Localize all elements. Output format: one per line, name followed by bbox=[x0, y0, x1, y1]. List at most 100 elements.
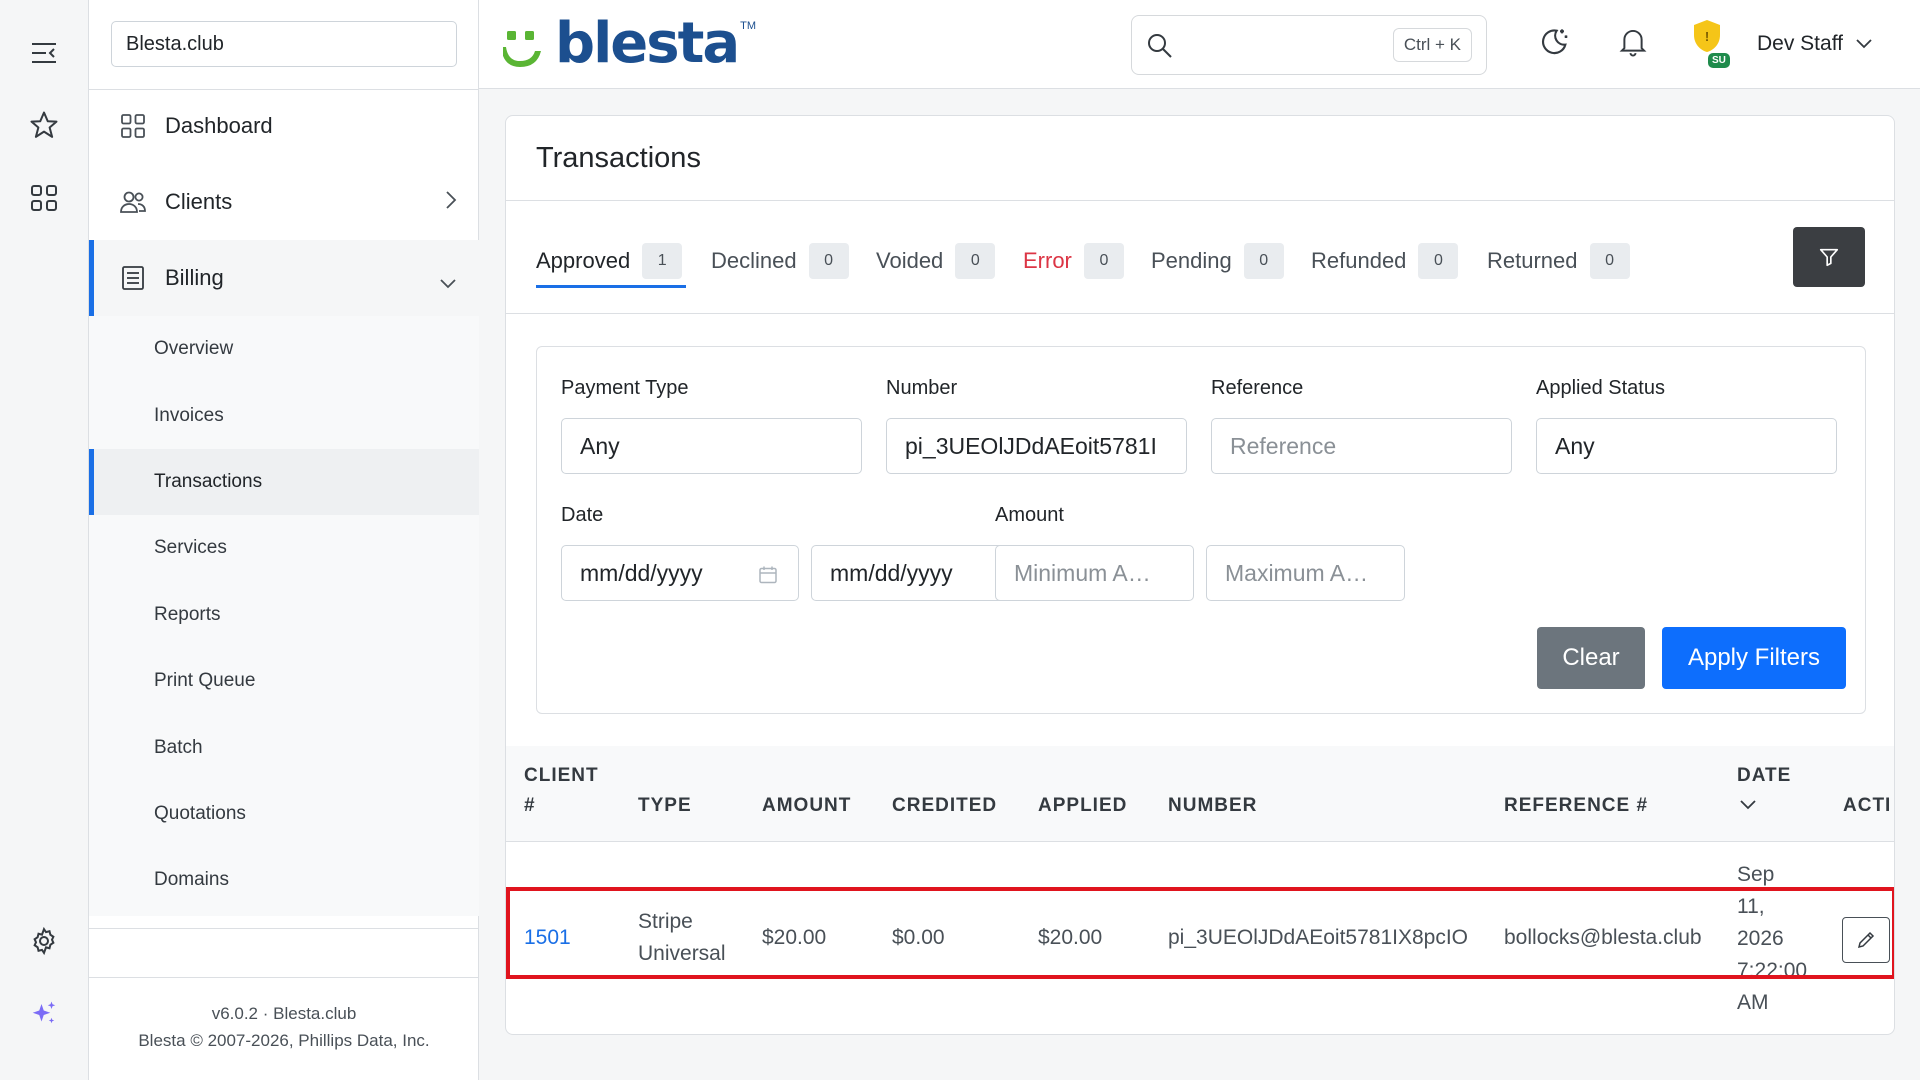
sparkles-icon[interactable] bbox=[24, 994, 64, 1034]
number-label: Number bbox=[886, 377, 958, 399]
transactions-card: Transactions Approved 1 Declined 0 Voide… bbox=[505, 115, 1895, 1035]
sort-chevron-down-icon bbox=[1737, 791, 1791, 821]
th-reference[interactable]: REFERENCE # bbox=[1504, 791, 1648, 821]
payment-type-label: Payment Type bbox=[561, 377, 689, 399]
svg-text:!: ! bbox=[1705, 29, 1709, 44]
sidebar-item-label: Dashboard bbox=[165, 113, 273, 138]
search-icon bbox=[1146, 32, 1174, 65]
amount-min-input[interactable]: Minimum A… bbox=[995, 545, 1194, 601]
sidebar-subitem-reports[interactable]: Reports bbox=[89, 582, 479, 648]
sidebar-item-clients[interactable]: Clients bbox=[89, 164, 479, 240]
number-input[interactable]: pi_3UEOlJDdAEoit5781I bbox=[886, 418, 1187, 474]
bell-icon[interactable] bbox=[1613, 22, 1653, 62]
tab-count-badge: 1 bbox=[642, 243, 683, 279]
amount-max-input[interactable]: Maximum A… bbox=[1206, 545, 1405, 601]
tab-count-badge: 0 bbox=[808, 243, 849, 279]
divider bbox=[89, 928, 479, 929]
settings-gear-icon[interactable] bbox=[24, 921, 64, 961]
date-label: Date bbox=[561, 504, 604, 526]
calendar-icon[interactable] bbox=[758, 564, 778, 591]
th-applied[interactable]: APPLIED bbox=[1038, 791, 1127, 821]
sidebar-item-dashboard[interactable]: Dashboard bbox=[89, 88, 479, 164]
chevron-right-icon bbox=[445, 190, 457, 216]
tab-error[interactable]: Error 0 bbox=[1023, 241, 1124, 281]
sidebar-item-label: Billing bbox=[165, 265, 224, 290]
th-number[interactable]: NUMBER bbox=[1168, 791, 1257, 821]
chevron-down-icon bbox=[1855, 32, 1873, 56]
amount-label: Amount bbox=[995, 504, 1064, 526]
tab-declined[interactable]: Declined 0 bbox=[711, 241, 849, 281]
apply-filters-button[interactable]: Apply Filters bbox=[1662, 627, 1846, 689]
logo-smile-icon bbox=[503, 31, 541, 67]
star-icon[interactable] bbox=[24, 105, 64, 145]
sidebar-subitem-services[interactable]: Services bbox=[89, 515, 479, 581]
payment-type-select[interactable]: Any bbox=[561, 418, 862, 474]
tab-label: Pending bbox=[1151, 248, 1232, 273]
sidebar-subitem-quotations[interactable]: Quotations bbox=[89, 781, 479, 847]
super-user-badge[interactable]: ! SU bbox=[1692, 19, 1744, 75]
su-label: SU bbox=[1708, 53, 1730, 68]
user-name: Dev Staff bbox=[1757, 32, 1843, 55]
search-input[interactable]: Ctrl + K bbox=[1131, 15, 1487, 75]
th-date[interactable]: DATE bbox=[1737, 761, 1791, 821]
pencil-icon bbox=[1857, 931, 1875, 949]
tab-voided[interactable]: Voided 0 bbox=[876, 241, 996, 281]
date-from-input[interactable]: mm/dd/yyyy bbox=[561, 545, 799, 601]
tab-pending[interactable]: Pending 0 bbox=[1151, 241, 1284, 281]
divider bbox=[506, 200, 1894, 201]
icon-rail bbox=[0, 0, 89, 1080]
tab-returned[interactable]: Returned 0 bbox=[1487, 241, 1630, 281]
cell-date-line5: AM bbox=[1737, 991, 1769, 1014]
applied-status-select[interactable]: Any bbox=[1536, 418, 1837, 474]
date-to-input[interactable]: mm/dd/yyyy bbox=[811, 545, 1011, 601]
sidebar-subitem-overview[interactable]: Overview bbox=[89, 316, 479, 382]
tab-approved[interactable]: Approved 1 bbox=[536, 241, 683, 281]
sidebar-item-billing[interactable]: Billing bbox=[89, 240, 479, 316]
moon-icon[interactable] bbox=[1534, 22, 1574, 62]
page-title: Transactions bbox=[536, 142, 701, 174]
blesta-logo[interactable]: blesta TM bbox=[503, 14, 756, 74]
tab-count-badge: 0 bbox=[955, 243, 996, 279]
billing-icon bbox=[119, 264, 147, 292]
sidebar-subitem-print-queue[interactable]: Print Queue bbox=[89, 648, 479, 714]
edit-transaction-button[interactable] bbox=[1842, 917, 1890, 963]
menu-collapse-icon[interactable] bbox=[24, 33, 64, 73]
apps-grid-icon[interactable] bbox=[24, 178, 64, 218]
th-date-label: DATE bbox=[1737, 765, 1792, 786]
site-selector[interactable]: Blesta.club bbox=[111, 21, 457, 67]
logo-trademark: TM bbox=[740, 20, 757, 32]
filter-toggle-button[interactable] bbox=[1793, 227, 1865, 287]
th-client-line2: # bbox=[524, 795, 536, 816]
tab-label: Error bbox=[1023, 248, 1072, 273]
tab-label: Refunded bbox=[1311, 248, 1407, 273]
user-menu[interactable]: Dev Staff bbox=[1757, 28, 1873, 60]
clear-button[interactable]: Clear bbox=[1537, 627, 1645, 689]
footer-version: v6.0.2 · Blesta.club bbox=[211, 1004, 357, 1023]
sidebar-subitem-invoices[interactable]: Invoices bbox=[89, 383, 479, 449]
search-shortcut-hint: Ctrl + K bbox=[1392, 28, 1472, 62]
users-icon bbox=[119, 188, 147, 216]
tab-count-badge: 0 bbox=[1418, 243, 1459, 279]
sidebar: Blesta.club Dashboard Clients Billing Ov… bbox=[89, 0, 479, 1080]
reference-input[interactable]: Reference bbox=[1211, 418, 1512, 474]
shield-icon: ! bbox=[1694, 20, 1720, 52]
sidebar-subitem-domains[interactable]: Domains bbox=[89, 847, 479, 913]
tab-label: Approved bbox=[536, 248, 631, 273]
date-from-placeholder: mm/dd/yyyy bbox=[580, 559, 703, 586]
tab-label: Voided bbox=[876, 248, 944, 273]
filter-icon bbox=[1819, 248, 1839, 267]
th-credited[interactable]: CREDITED bbox=[892, 791, 997, 821]
tab-refunded[interactable]: Refunded 0 bbox=[1311, 241, 1459, 281]
top-header: blesta TM Ctrl + K ! SU Dev Staff bbox=[479, 0, 1920, 89]
sidebar-subitem-batch[interactable]: Batch bbox=[89, 715, 479, 781]
tab-count-badge: 0 bbox=[1083, 243, 1124, 279]
tab-label: Returned bbox=[1487, 248, 1578, 273]
tab-count-badge: 0 bbox=[1589, 243, 1630, 279]
th-client[interactable]: CLIENT # bbox=[524, 761, 599, 821]
sidebar-subitem-transactions[interactable]: Transactions bbox=[89, 449, 479, 515]
date-to-placeholder: mm/dd/yyyy bbox=[830, 559, 953, 586]
th-type[interactable]: TYPE bbox=[638, 791, 692, 821]
filter-panel: Payment Type Any Number pi_3UEOlJDdAEoit… bbox=[536, 346, 1866, 714]
divider bbox=[89, 977, 479, 978]
th-amount[interactable]: AMOUNT bbox=[762, 791, 851, 821]
